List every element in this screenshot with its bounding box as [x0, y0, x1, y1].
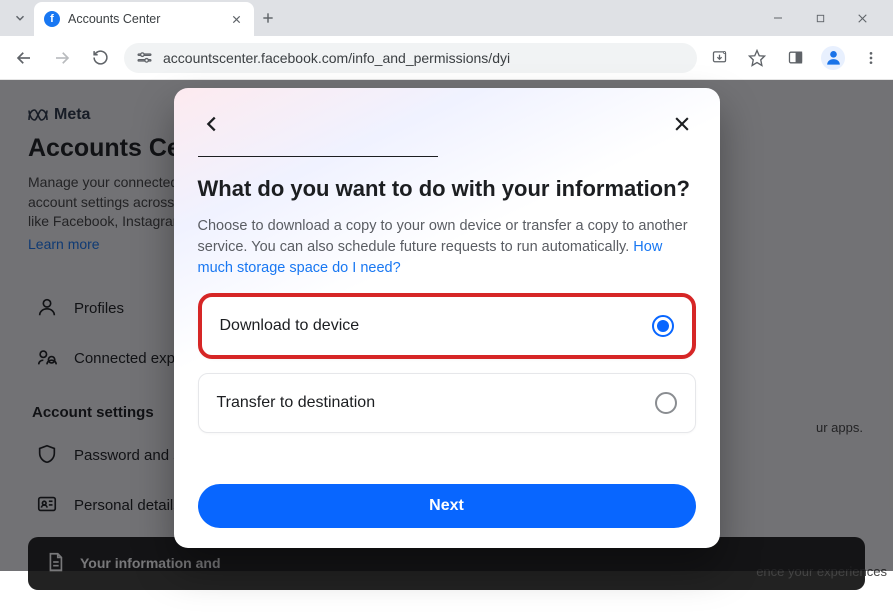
- option-label: Transfer to destination: [217, 394, 376, 412]
- option-label: Download to device: [220, 317, 360, 335]
- bookmark-icon[interactable]: [745, 46, 769, 70]
- site-settings-icon[interactable]: [136, 49, 153, 66]
- download-info-modal: What do you want to do with your informa…: [174, 88, 720, 548]
- side-panel-icon[interactable]: [783, 46, 807, 70]
- nav-back-button[interactable]: [10, 44, 38, 72]
- url-field[interactable]: accountscenter.facebook.com/info_and_per…: [124, 43, 697, 73]
- window-maximize-button[interactable]: [807, 5, 833, 31]
- window-controls: [765, 5, 887, 31]
- options-list: Download to device Transfer to destinati…: [198, 293, 696, 433]
- chrome-menu-icon[interactable]: [859, 46, 883, 70]
- radio-selected-icon: [652, 315, 674, 337]
- install-app-icon[interactable]: [707, 46, 731, 70]
- nav-forward-button[interactable]: [48, 44, 76, 72]
- tab-close-button[interactable]: [228, 11, 244, 27]
- tab-bar: f Accounts Center: [0, 0, 893, 36]
- modal-close-button[interactable]: [668, 110, 696, 138]
- new-tab-button[interactable]: [254, 4, 282, 32]
- option-transfer-to-destination[interactable]: Transfer to destination: [198, 373, 696, 433]
- modal-divider: [198, 156, 438, 157]
- modal-back-button[interactable]: [198, 110, 226, 138]
- window-close-button[interactable]: [849, 5, 875, 31]
- address-bar: accountscenter.facebook.com/info_and_per…: [0, 36, 893, 80]
- radio-unselected-icon: [655, 392, 677, 414]
- facebook-favicon-icon: f: [44, 11, 60, 27]
- modal-title: What do you want to do with your informa…: [198, 175, 696, 204]
- browser-chrome: f Accounts Center accountsc: [0, 0, 893, 80]
- tab-title: Accounts Center: [68, 12, 220, 26]
- url-text: accountscenter.facebook.com/info_and_per…: [163, 50, 685, 66]
- modal-description: Choose to download a copy to your own de…: [198, 216, 696, 279]
- nav-reload-button[interactable]: [86, 44, 114, 72]
- address-bar-actions: [707, 46, 883, 70]
- next-button[interactable]: Next: [198, 484, 696, 528]
- window-minimize-button[interactable]: [765, 5, 791, 31]
- browser-tab[interactable]: f Accounts Center: [34, 2, 254, 36]
- tabs-dropdown-button[interactable]: [6, 4, 34, 32]
- profile-icon[interactable]: [821, 46, 845, 70]
- modal-description-text: Choose to download a copy to your own de…: [198, 218, 688, 255]
- option-download-to-device[interactable]: Download to device: [198, 293, 696, 359]
